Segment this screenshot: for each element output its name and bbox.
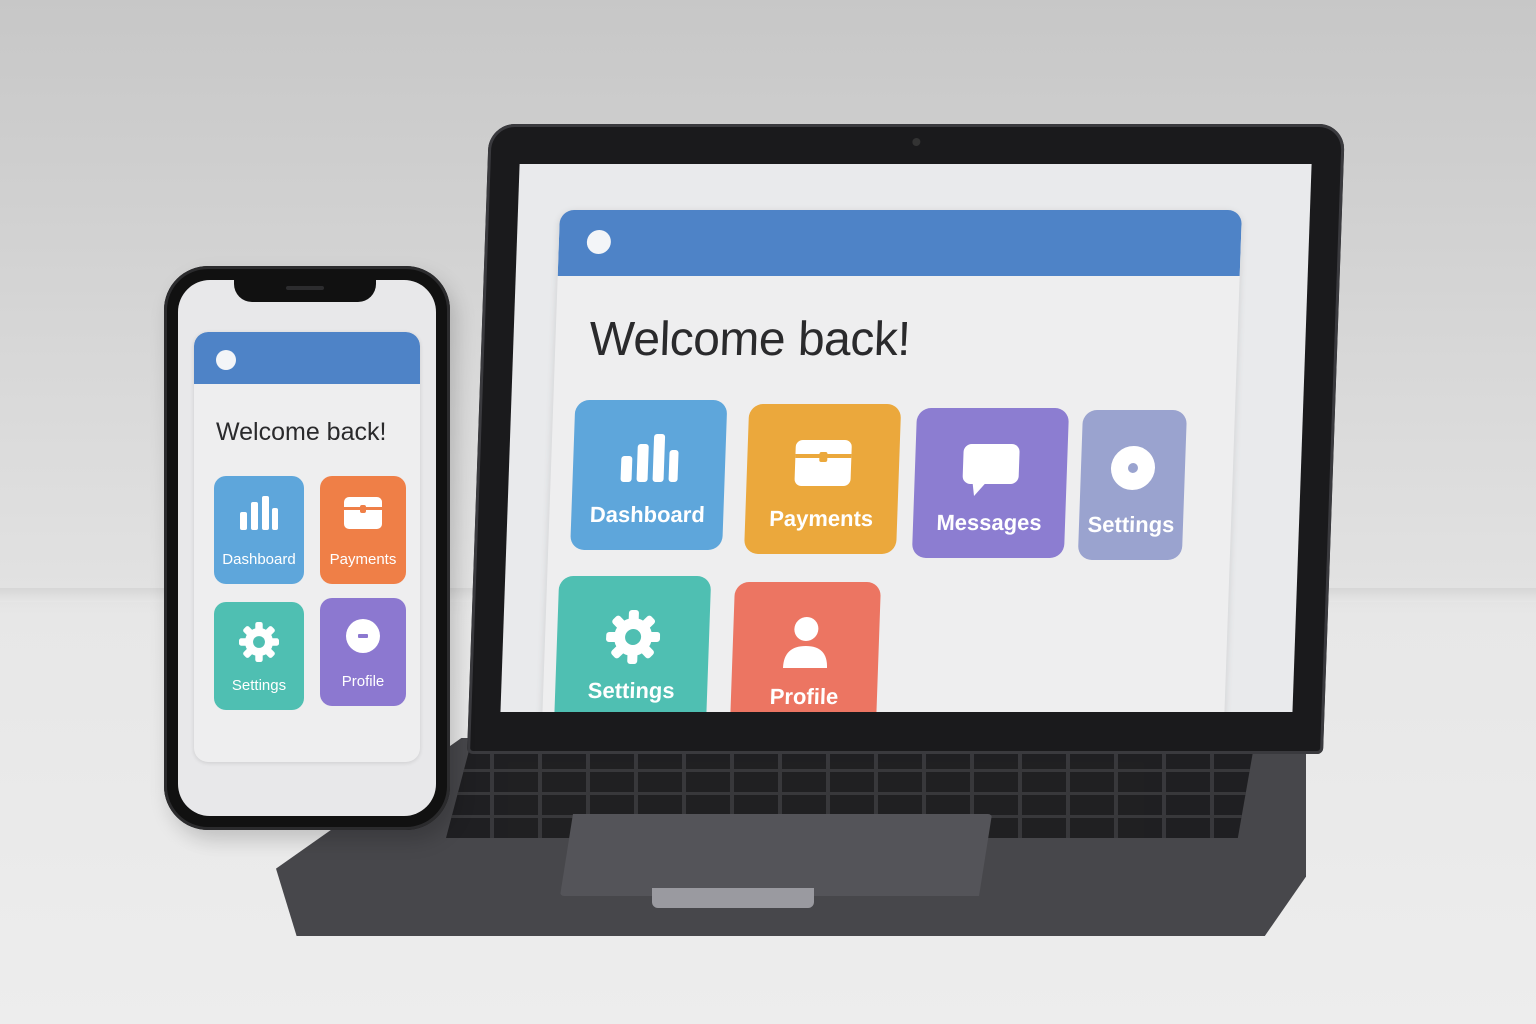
user-icon bbox=[783, 617, 828, 668]
tile-label: Profile bbox=[769, 684, 839, 709]
tile-label: Dashboard bbox=[589, 502, 706, 527]
trackpad[interactable] bbox=[560, 814, 992, 896]
payments-tile[interactable]: Payments bbox=[743, 404, 902, 554]
app-header bbox=[194, 332, 420, 384]
wallet-icon bbox=[344, 497, 382, 529]
messages-tile[interactable]: Messages bbox=[911, 408, 1070, 558]
tile-label: Payments bbox=[768, 506, 874, 531]
tile-label: Dashboard bbox=[222, 551, 296, 568]
tile-label: Payments bbox=[329, 551, 397, 568]
header-logo-dot[interactable] bbox=[216, 350, 236, 370]
payments-tile[interactable]: Payments bbox=[320, 476, 406, 584]
app-window: Welcome back! Dashboard Payments Message… bbox=[541, 210, 1242, 712]
header-logo-dot[interactable] bbox=[586, 230, 612, 254]
phone: Welcome back! Dashboard Payments Setting… bbox=[164, 266, 450, 830]
gear-icon bbox=[239, 622, 279, 662]
tile-label: Settings bbox=[587, 678, 676, 703]
wallet-icon bbox=[794, 440, 852, 486]
tile-label: Settings bbox=[1087, 512, 1175, 537]
camera-icon bbox=[912, 138, 921, 146]
dashboard-tile[interactable]: Dashboard bbox=[570, 400, 728, 550]
settings-tile[interactable]: Settings bbox=[1077, 410, 1188, 560]
tile-label: Messages bbox=[936, 510, 1043, 535]
tile-label: Settings bbox=[231, 677, 287, 694]
laptop-lid: Welcome back! Dashboard Payments Message… bbox=[466, 124, 1345, 754]
settings-tile[interactable]: Settings bbox=[214, 602, 304, 710]
chat-bubble-icon bbox=[962, 444, 1020, 496]
minus-circle-icon bbox=[346, 619, 380, 653]
app-header bbox=[557, 210, 1242, 276]
dashboard-tile[interactable]: Dashboard bbox=[214, 476, 304, 584]
settings-gear-tile[interactable]: Settings bbox=[553, 576, 712, 712]
profile-tile[interactable]: Profile bbox=[320, 598, 406, 706]
laptop-screen: Welcome back! Dashboard Payments Message… bbox=[500, 164, 1312, 712]
welcome-title: Welcome back! bbox=[216, 418, 387, 446]
phone-notch bbox=[234, 280, 376, 302]
speaker-icon bbox=[286, 286, 324, 290]
lid-notch bbox=[652, 888, 814, 908]
app-window-mobile: Welcome back! Dashboard Payments Setting… bbox=[194, 332, 420, 762]
disc-icon bbox=[1110, 446, 1156, 490]
welcome-title: Welcome back! bbox=[588, 313, 912, 366]
gear-icon bbox=[606, 610, 661, 664]
bar-chart-icon bbox=[240, 496, 278, 530]
profile-tile[interactable]: Profile bbox=[729, 582, 882, 712]
bar-chart-icon bbox=[620, 434, 679, 482]
tile-label: Profile bbox=[341, 673, 385, 690]
phone-screen: Welcome back! Dashboard Payments Setting… bbox=[178, 280, 436, 816]
